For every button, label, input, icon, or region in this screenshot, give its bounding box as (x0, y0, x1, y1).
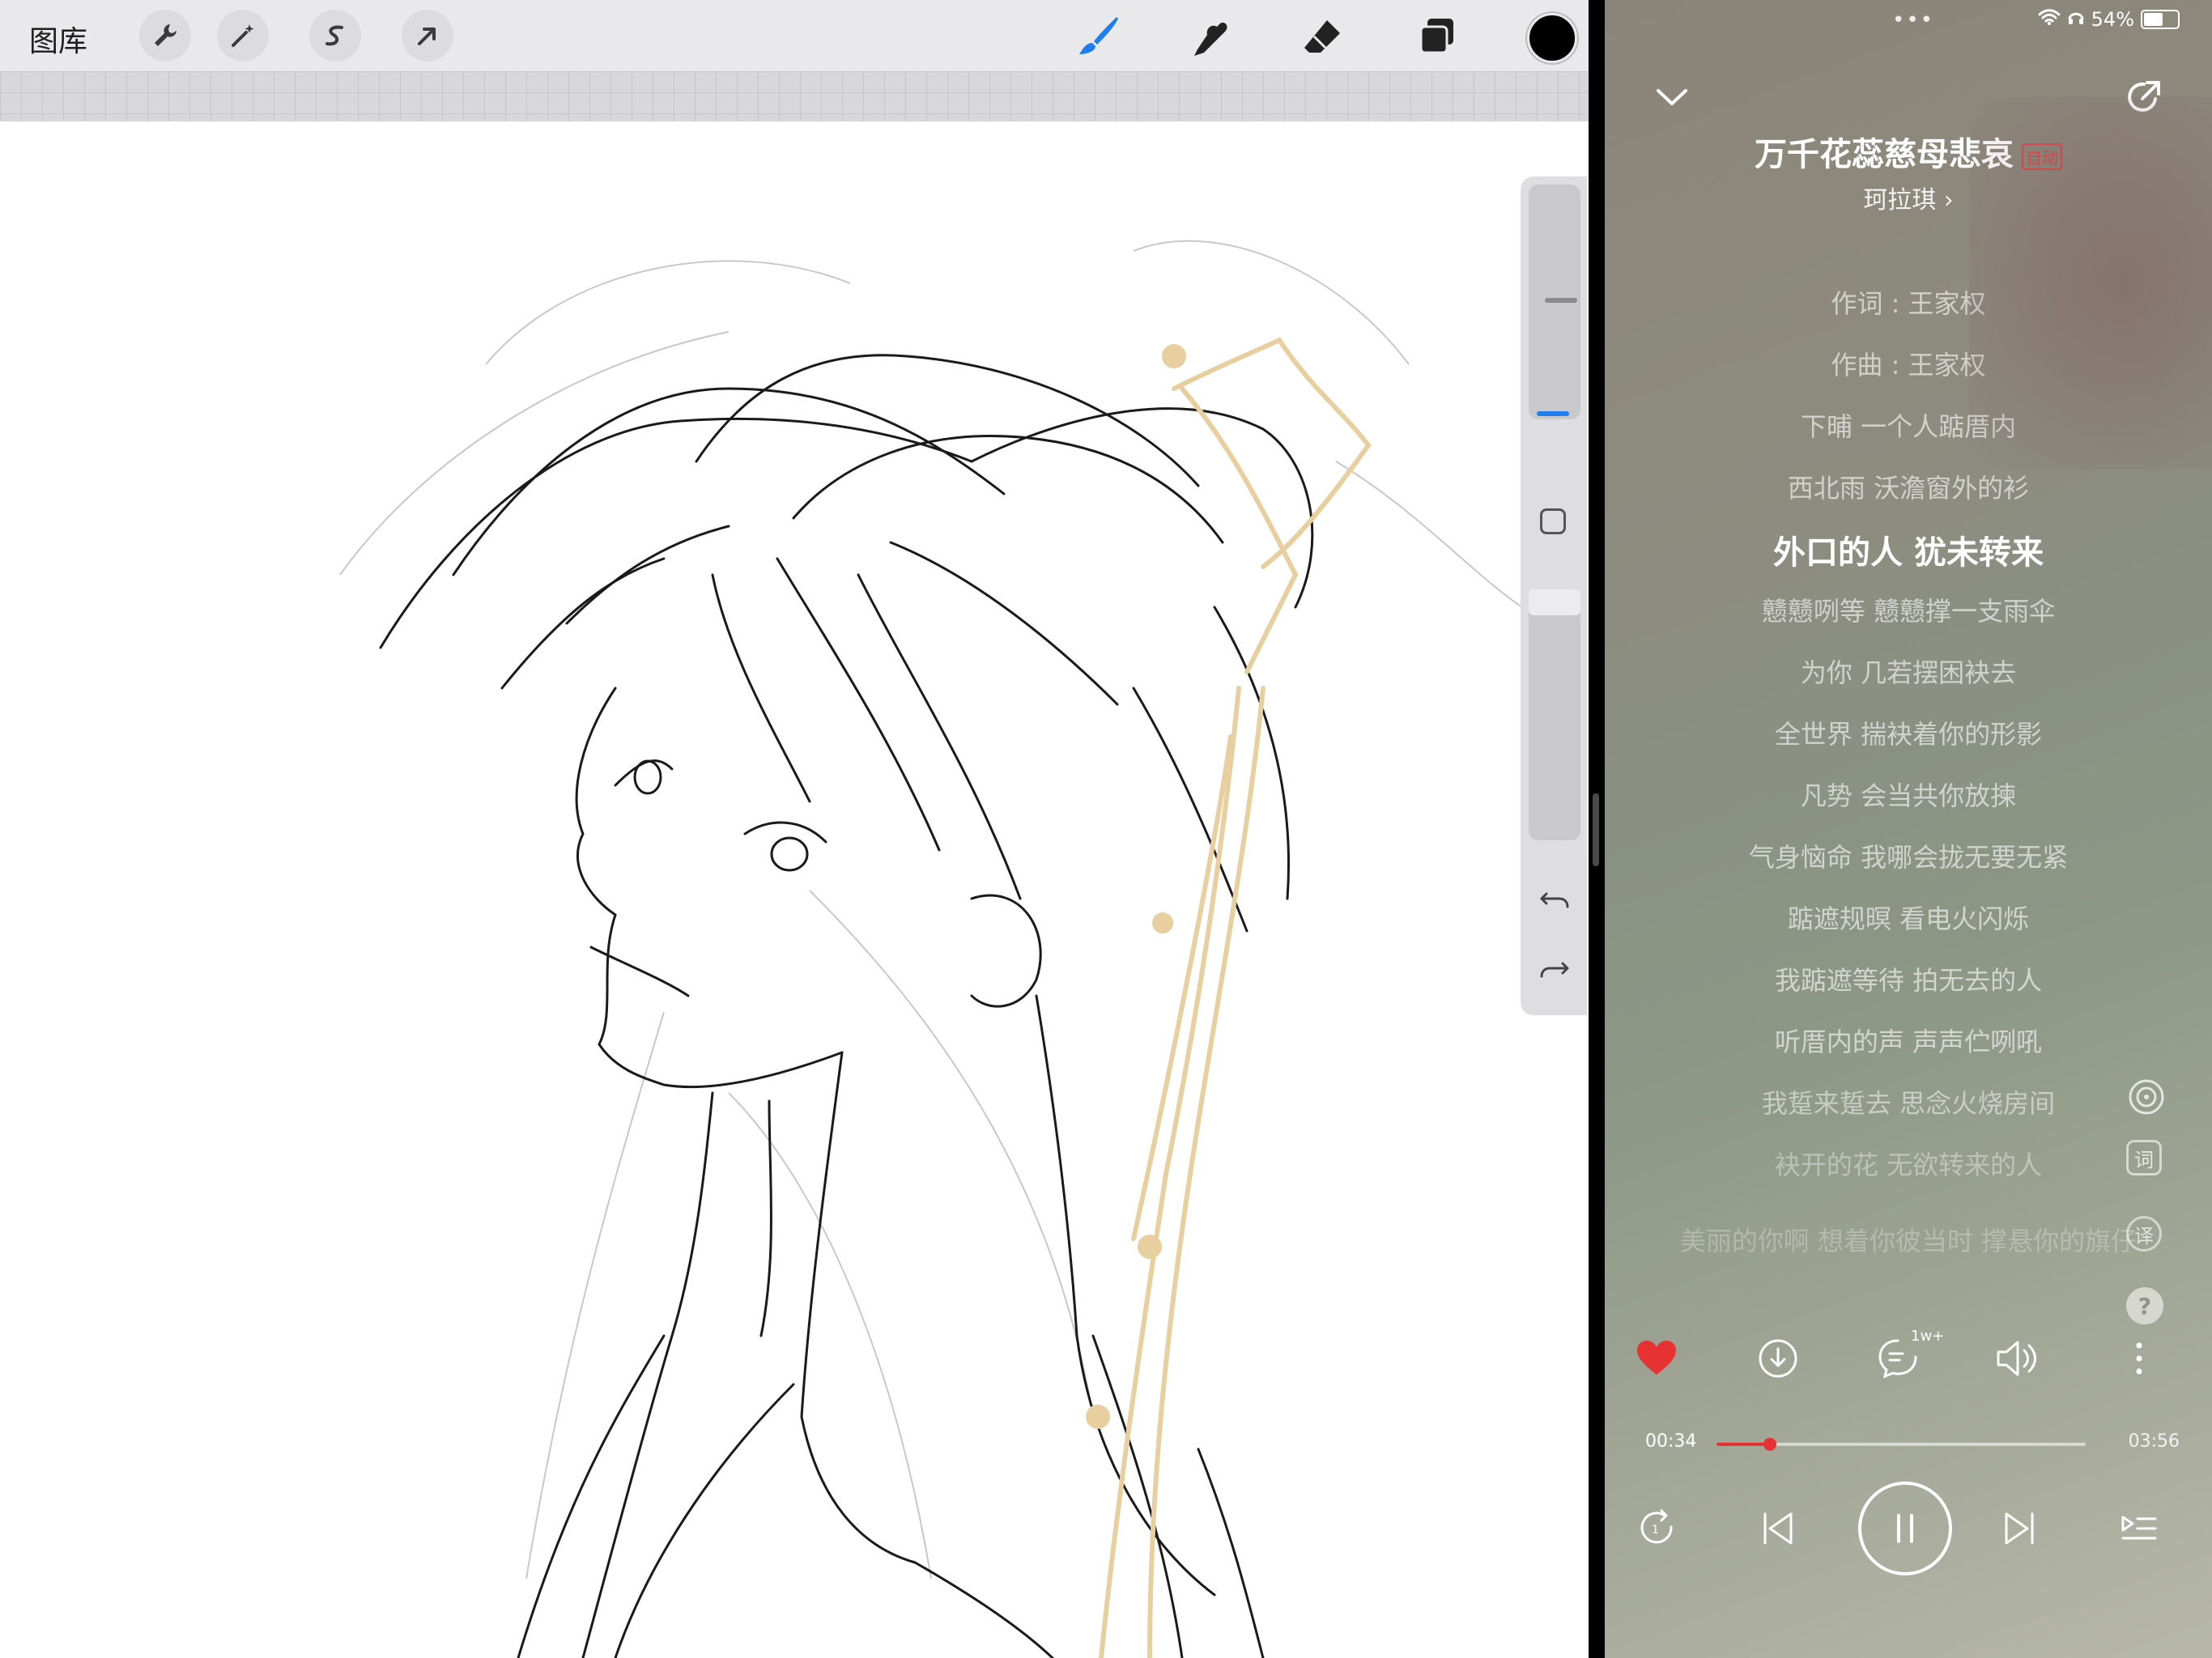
song-tag-badge: 自动 (2022, 142, 2062, 170)
split-view-handle[interactable] (1593, 793, 1599, 866)
status-bar: 54% (2038, 8, 2180, 31)
download-icon[interactable] (1755, 1336, 1801, 1381)
help-icon[interactable]: ? (2126, 1287, 2163, 1324)
svg-text:1: 1 (1652, 1524, 1659, 1537)
tool-sidebar (1521, 176, 1587, 1015)
canvas-ruler (0, 71, 1589, 121)
wifi-icon (2038, 8, 2061, 31)
drawing-app: 图库 (0, 0, 1589, 1658)
progress-bar-area: 00:34 03:56 (1605, 1431, 2212, 1464)
chevron-down-icon[interactable] (1653, 79, 1691, 117)
lyrics-panel[interactable]: 作词 : 王家权 作曲 : 王家权 下晡 一个人踮厝内 西北雨 沃澹窗外的衫 外… (1605, 275, 2212, 1287)
hair-ornament-strands (1086, 337, 1372, 1658)
undo-icon[interactable] (1537, 882, 1572, 918)
lyric-line[interactable]: 气身恼命 我哪会拢无要无紧 (1605, 837, 2212, 874)
artist-link[interactable]: 珂拉琪 › (1605, 180, 2212, 215)
selection-icon[interactable] (309, 10, 361, 62)
vinyl-icon[interactable] (2126, 1077, 2167, 1117)
lyric-line[interactable]: 我踅来踅去 思念火烧房间 (1605, 1083, 2212, 1120)
lyric-line[interactable]: 作曲 : 王家权 (1605, 345, 2212, 382)
eraser-icon[interactable] (1297, 11, 1347, 62)
volume-icon[interactable] (1993, 1336, 2039, 1381)
lyric-line[interactable]: 凡势 会当共你放揀 (1605, 776, 2212, 813)
battery-icon (2141, 10, 2180, 29)
lyric-line[interactable]: 我踮遮等待 拍无去的人 (1605, 960, 2212, 997)
playback-controls: 1 (1605, 1482, 2212, 1579)
opacity-knob[interactable] (1529, 589, 1580, 615)
gallery-button[interactable]: 图库 (29, 18, 87, 60)
previous-track-icon[interactable] (1755, 1506, 1801, 1551)
headphones-icon (2067, 8, 2085, 31)
drawing-canvas[interactable] (0, 121, 1589, 1658)
time-total: 03:56 (2128, 1431, 2180, 1452)
magic-wand-icon[interactable] (217, 10, 269, 62)
progress-fill (1716, 1443, 1770, 1446)
lyric-line[interactable]: 作词 : 王家权 (1605, 283, 2212, 321)
lyric-line[interactable]: 袂开的花 无欲转来的人 (1605, 1145, 2212, 1182)
sketch-dark-lines (379, 354, 1314, 1658)
modify-button[interactable] (1540, 508, 1566, 534)
music-player: ••• 54% 万千花蕊慈母悲哀 自动 珂拉琪 › 作词 : 王家权 作曲 : 王… (1605, 0, 2212, 1658)
lyric-line[interactable]: 全世界 揣袂着你的形影 (1605, 714, 2212, 751)
brush-icon[interactable] (1074, 11, 1124, 62)
brush-size-indicator (1537, 411, 1569, 416)
redo-icon[interactable] (1537, 952, 1572, 988)
pause-button[interactable] (1858, 1482, 1952, 1575)
progress-track[interactable] (1716, 1438, 2086, 1451)
smudge-icon[interactable] (1185, 11, 1236, 62)
song-title-text: 万千花蕊慈母悲哀 (1755, 136, 2014, 173)
layers-icon[interactable] (1412, 11, 1462, 62)
lyric-line[interactable]: 西北雨 沃澹窗外的衫 (1605, 468, 2212, 505)
lyric-line[interactable]: 下晡 一个人踮厝内 (1605, 406, 2212, 444)
comment-count: 1w+ (1911, 1328, 1945, 1345)
song-title: 万千花蕊慈母悲哀 自动 (1605, 128, 2212, 175)
more-options-icon[interactable] (2116, 1336, 2162, 1381)
lyric-line[interactable]: 为你 几若摆困袂去 (1605, 653, 2212, 690)
share-icon[interactable] (2123, 76, 2165, 118)
like-heart-icon[interactable] (1634, 1336, 1679, 1381)
brush-size-slider[interactable] (1529, 185, 1580, 419)
battery-percent: 54% (2091, 8, 2134, 31)
lyric-line[interactable]: 美丽的你啊 想着你彼当时 撑悬你的旗仔 (1605, 1221, 2212, 1258)
progress-knob[interactable] (1763, 1438, 1776, 1451)
brush-size-knob[interactable] (1545, 298, 1577, 303)
color-picker-swatch[interactable] (1527, 13, 1577, 63)
lyric-line-active[interactable]: 外口的人 犹未转来 (1605, 526, 2212, 573)
playlist-icon[interactable] (2116, 1506, 2162, 1551)
multitasking-dots[interactable]: ••• (1892, 8, 1934, 32)
lyrics-char-icon[interactable]: 词 (2126, 1140, 2162, 1175)
lyric-line[interactable]: 听厝内的声 声声伫咧吼 (1605, 1022, 2212, 1059)
lyric-line[interactable]: 戆戆咧等 戆戆撑一支雨伞 (1605, 591, 2212, 628)
pause-icon (1897, 1514, 1913, 1543)
transform-arrow-icon[interactable] (402, 10, 453, 62)
time-current: 00:34 (1645, 1431, 1697, 1452)
wrench-icon[interactable] (139, 10, 191, 62)
lyrics-translate-icon[interactable]: 译 (2126, 1216, 2162, 1252)
drawing-toolbar: 图库 (0, 0, 1589, 71)
lyric-line[interactable]: 踮遮规暝 看电火闪烁 (1605, 899, 2212, 936)
action-bar: 1w+ (1605, 1328, 2212, 1384)
opacity-slider[interactable] (1529, 589, 1580, 840)
repeat-one-icon[interactable]: 1 (1634, 1506, 1679, 1551)
next-track-icon[interactable] (1997, 1506, 2042, 1551)
